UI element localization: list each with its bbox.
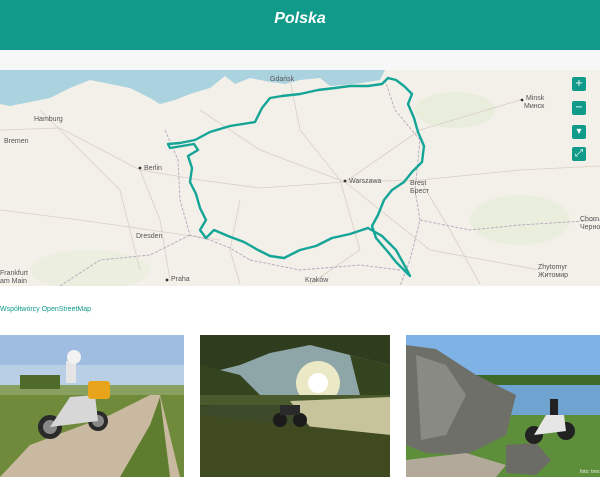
route-map[interactable]: Gdańsk Minsk Минск Hamburg Bremen Berlin…	[0, 70, 600, 286]
map-label-warszawa: Warszawa	[349, 178, 382, 185]
map-label-chorn-cyrillic: Черно	[580, 224, 600, 231]
photo-boulders-lake	[406, 335, 600, 477]
photo-motorcycle-road	[0, 335, 184, 477]
route-line	[166, 76, 426, 278]
map-canvas	[0, 70, 600, 286]
zoom-in-button[interactable]: +	[572, 77, 586, 91]
gallery-photo-3[interactable]: foto: tres	[406, 335, 600, 477]
map-label-praha: Praha	[171, 276, 190, 283]
map-label-zhytomyr: Zhytomyr	[538, 264, 568, 271]
map-label-zhytomyr-cyrillic: Житомир	[538, 272, 569, 279]
header-spacer	[0, 50, 600, 70]
map-label-dresden: Dresden	[136, 233, 163, 240]
map-label-hamburg: Hamburg	[34, 116, 63, 123]
locate-button[interactable]: ▾	[572, 125, 586, 139]
gallery-photo-2[interactable]	[200, 335, 390, 477]
map-attribution-link[interactable]: Współtwórcy OpenStreetMap	[0, 306, 91, 313]
map-label-minsk-cyrillic: Минск	[524, 103, 545, 110]
page-header: Polska	[0, 0, 600, 50]
map-label-gdansk: Gdańsk	[270, 76, 295, 83]
map-label-frankfurt: Frankfurt	[0, 270, 29, 277]
map-label-minsk: Minsk	[526, 95, 545, 102]
map-label-bremen: Bremen	[4, 138, 29, 145]
map-label-chorn: Chorn	[580, 216, 600, 223]
photo-sunset-lake	[200, 335, 390, 477]
fullscreen-button[interactable]: ⤢	[572, 147, 586, 161]
map-label-berlin: Berlin	[144, 165, 162, 172]
gallery-photo-1[interactable]	[0, 335, 184, 477]
zoom-out-button[interactable]: −	[572, 101, 586, 115]
photo-credit: foto: tres	[580, 469, 600, 475]
page-title: Polska	[274, 10, 326, 27]
map-label-brest: Brest	[410, 180, 427, 187]
map-label-krakow: Kraków	[305, 277, 329, 284]
map-label-brest-cyrillic: Брест	[410, 188, 430, 195]
map-label-frankfurt-main: am Main	[0, 278, 27, 285]
